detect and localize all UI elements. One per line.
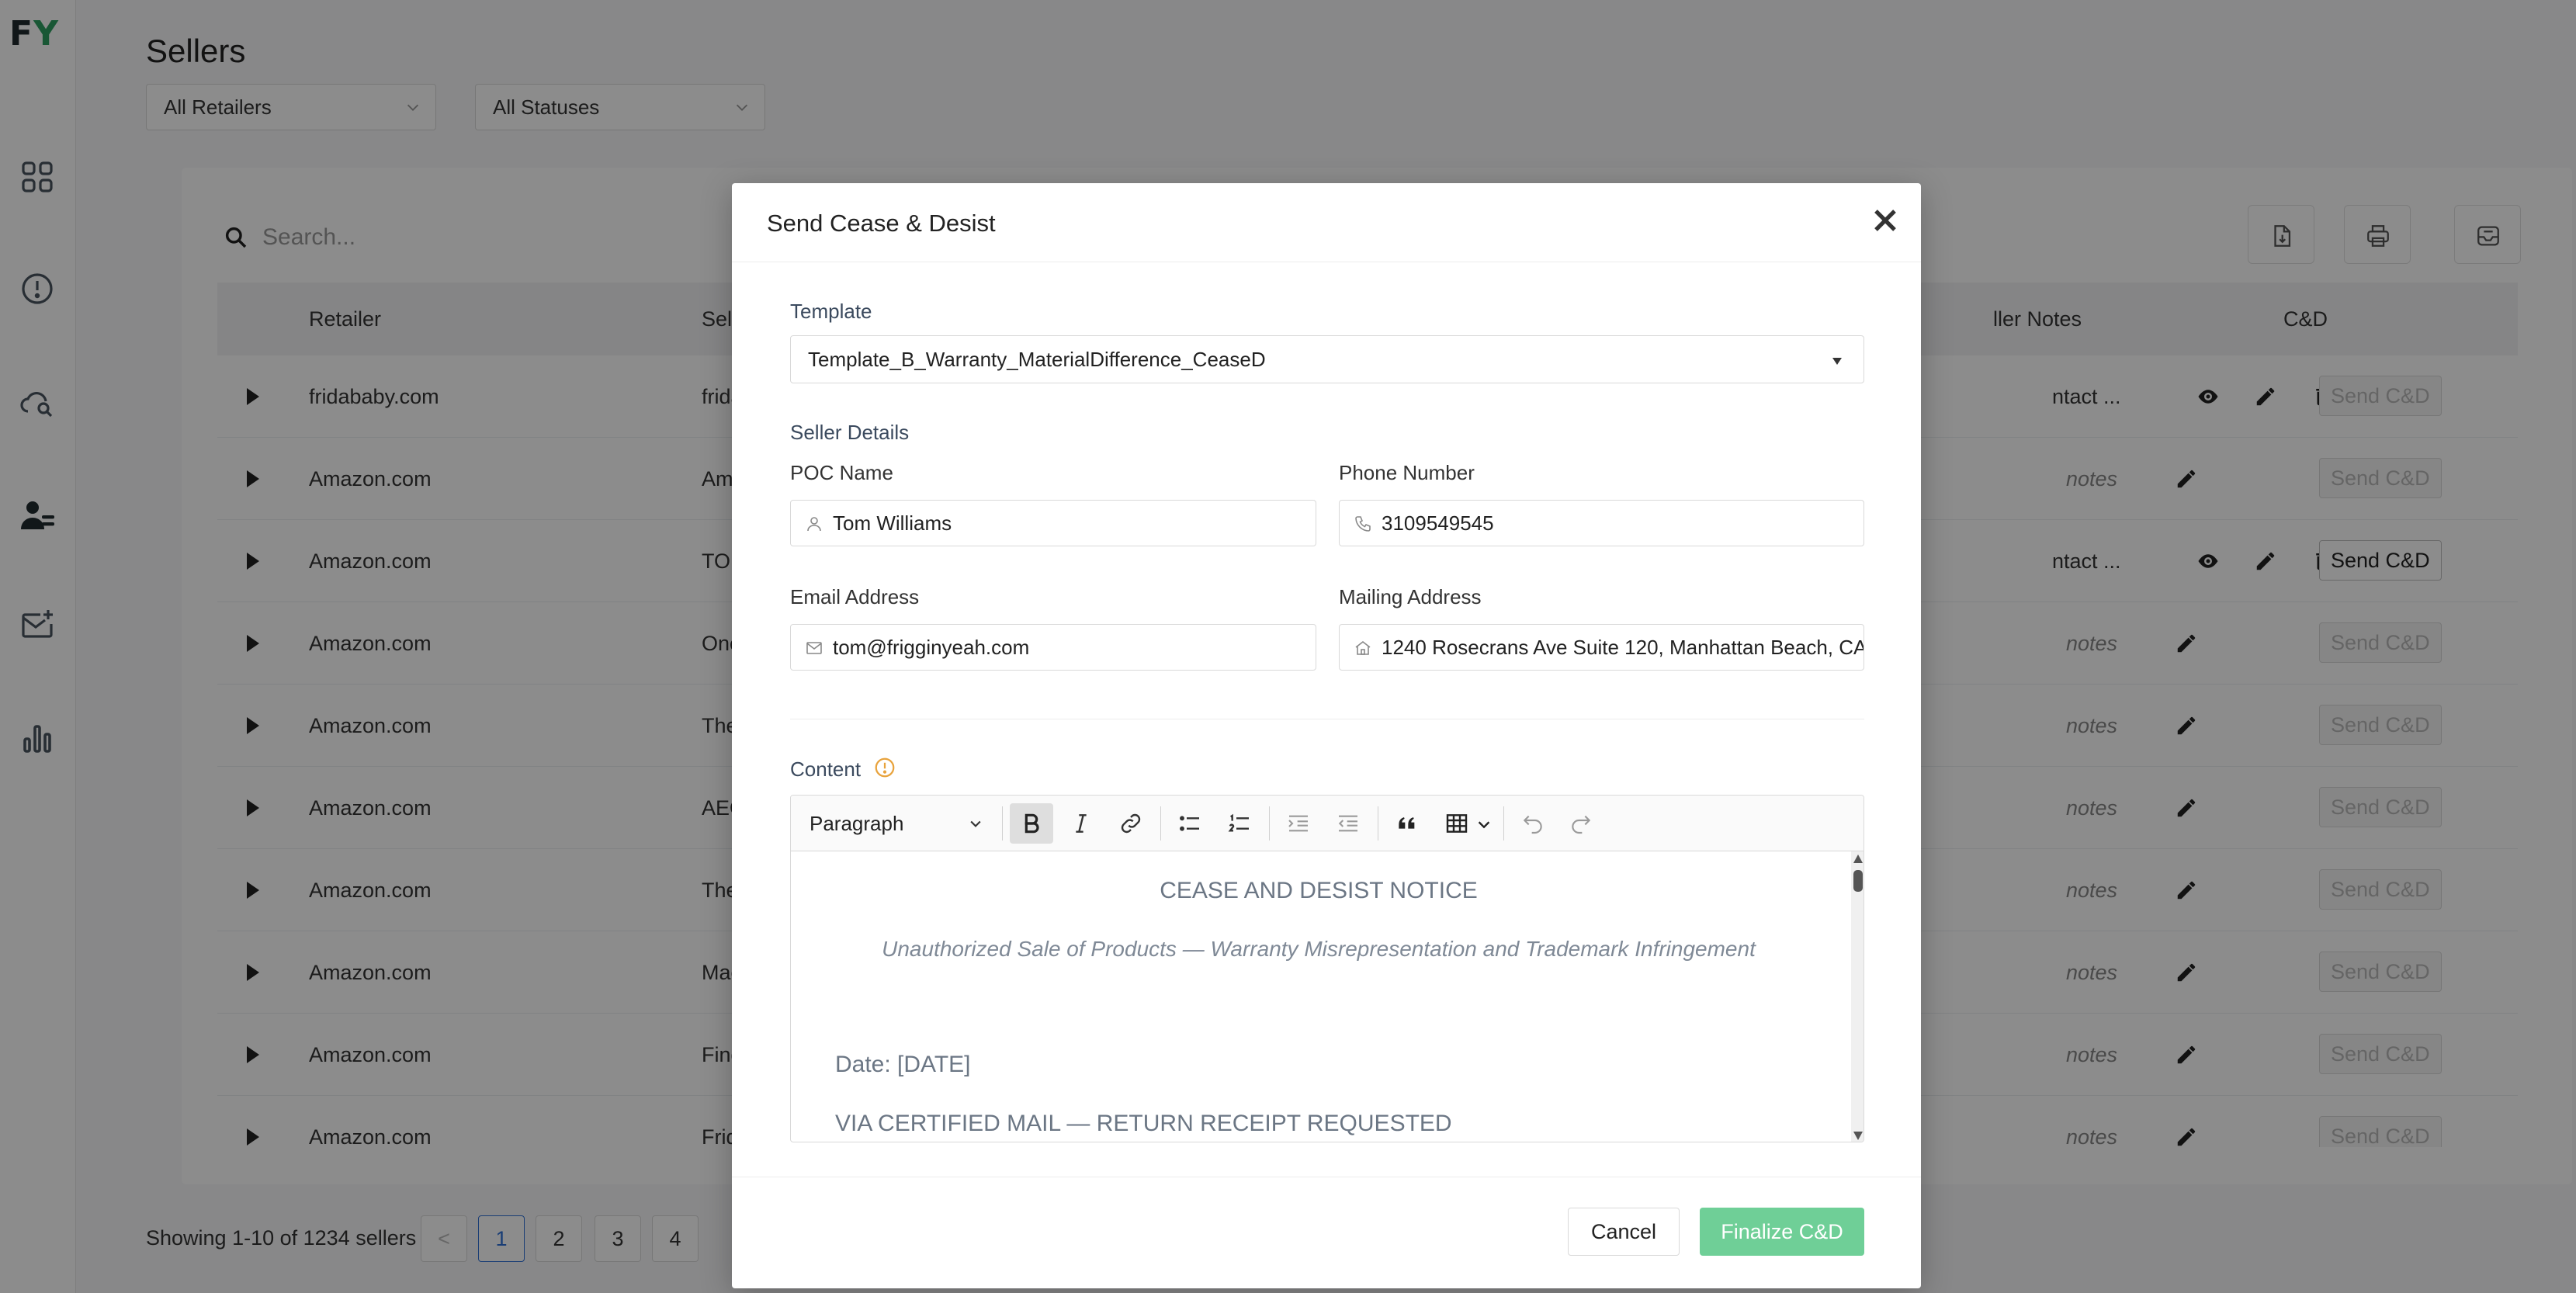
block-style-select[interactable]: Paragraph — [799, 803, 993, 844]
blockquote-icon[interactable] — [1385, 803, 1429, 844]
template-select-value: Template_B_Warranty_MaterialDifference_C… — [808, 348, 1266, 371]
chevron-down-icon — [970, 820, 981, 827]
seller-details-label: Seller Details — [790, 421, 910, 444]
home-icon — [1355, 640, 1371, 655]
table-icon[interactable] — [1435, 803, 1497, 844]
link-icon[interactable] — [1109, 803, 1153, 844]
content-label: Content — [790, 757, 862, 781]
numbered-list-icon[interactable] — [1218, 803, 1261, 844]
phone-number-label: Phone Number — [1339, 461, 1475, 484]
editor-content[interactable]: CEASE AND DESIST NOTICE Unauthorized Sal… — [791, 851, 1864, 1142]
mailing-address-label: Mailing Address — [1339, 585, 1482, 608]
notice-heading: CEASE AND DESIST NOTICE — [1160, 878, 1478, 903]
bulleted-list-icon[interactable] — [1168, 803, 1212, 844]
redo-icon[interactable] — [1559, 803, 1603, 844]
mailing-address-field[interactable]: 1240 Rosecrans Ave Suite 120, Manhattan … — [1339, 624, 1864, 671]
cancel-button[interactable]: Cancel — [1568, 1208, 1680, 1256]
user-icon — [807, 517, 821, 532]
poc-name-label: POC Name — [790, 461, 893, 484]
editor-scrollbar[interactable] — [1851, 851, 1864, 1142]
email-address-label: Email Address — [790, 585, 920, 608]
template-label: Template — [790, 300, 872, 323]
poc-name-field[interactable]: Tom Williams — [790, 500, 1316, 546]
rich-text-editor[interactable]: Paragraph CEASE AND DESIST NOTICE Unauth… — [790, 795, 1864, 1142]
template-select[interactable]: Template_B_Warranty_MaterialDifference_C… — [790, 335, 1864, 383]
indent-icon[interactable] — [1277, 803, 1320, 844]
notice-delivery-line: VIA CERTIFIED MAIL — RETURN RECEIPT REQU… — [835, 1111, 1452, 1136]
cease-desist-modal: Send Cease & Desist Template Template_B_… — [732, 183, 1921, 1288]
email-address-field[interactable]: tom@frigginyeah.com — [790, 624, 1316, 671]
phone-icon — [1355, 516, 1371, 532]
modal-header: Send Cease & Desist — [732, 183, 1921, 262]
notice-subheading: Unauthorized Sale of Products — Warranty… — [882, 937, 1756, 961]
undo-icon[interactable] — [1511, 803, 1555, 844]
phone-number-field[interactable]: 3109549545 — [1339, 500, 1864, 546]
italic-icon[interactable] — [1059, 803, 1103, 844]
close-icon[interactable] — [1867, 202, 1904, 239]
chevron-down-icon — [1478, 821, 1490, 829]
bold-icon[interactable] — [1010, 803, 1053, 844]
dropdown-caret-icon — [1832, 358, 1842, 365]
mail-icon — [806, 642, 822, 654]
editor-toolbar: Paragraph — [791, 796, 1864, 851]
info-icon[interactable] — [873, 756, 896, 779]
notice-date-line: Date: [DATE] — [835, 1052, 971, 1077]
modal-title: Send Cease & Desist — [767, 210, 996, 237]
finalize-cd-button[interactable]: Finalize C&D — [1700, 1208, 1864, 1256]
outdent-icon[interactable] — [1326, 803, 1370, 844]
